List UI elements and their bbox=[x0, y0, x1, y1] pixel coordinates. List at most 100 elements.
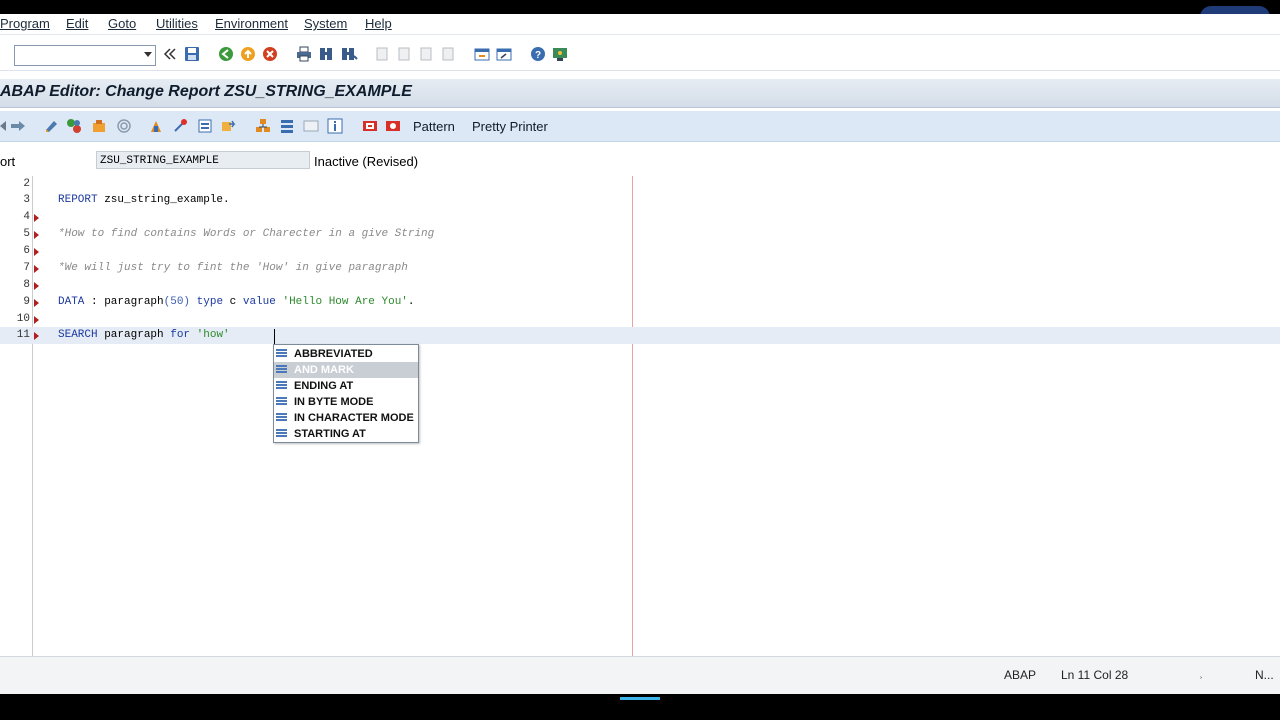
code-line[interactable]: 3 REPORT zsu_string_example. bbox=[0, 192, 1280, 209]
code-line[interactable]: 4 bbox=[0, 209, 1280, 226]
line-number: 7 bbox=[23, 262, 30, 274]
code-token: DATA bbox=[58, 296, 85, 308]
menu-environment[interactable]: Environment bbox=[215, 16, 288, 31]
pattern-button[interactable]: Pattern bbox=[413, 119, 455, 134]
code-token: : paragraph bbox=[84, 296, 164, 308]
test-icon[interactable] bbox=[172, 118, 188, 134]
menu-help[interactable]: Help bbox=[365, 16, 392, 31]
status-separator: ˒ bbox=[1199, 668, 1203, 682]
taskbar-indicator bbox=[620, 697, 660, 700]
block-marker-icon[interactable] bbox=[34, 316, 39, 324]
code-editor[interactable]: 2 3 REPORT zsu_string_example. 4 5 *How to fi… bbox=[0, 176, 1280, 656]
shortcut-icon[interactable] bbox=[496, 46, 512, 62]
bottom-bar bbox=[0, 694, 1280, 720]
next-page-icon[interactable] bbox=[418, 46, 434, 62]
autocomplete-popup[interactable]: ABBREVIATED AND MARK ENDING AT IN BYTE MODE… bbox=[273, 344, 419, 443]
line-number: 3 bbox=[23, 194, 30, 206]
keyword-icon bbox=[276, 365, 287, 375]
code-text: SEARCH paragraph for 'how' bbox=[58, 329, 230, 341]
block-marker-icon[interactable] bbox=[34, 282, 39, 290]
line-number: 4 bbox=[23, 211, 30, 223]
report-name-field: ZSU_STRING_EXAMPLE bbox=[96, 151, 310, 169]
navigation-icon[interactable] bbox=[220, 118, 236, 134]
code-token: 'Hello How Are You' bbox=[282, 296, 408, 308]
help-icon[interactable]: ? bbox=[530, 46, 546, 62]
back-icon[interactable] bbox=[218, 46, 234, 62]
status-mode: N... bbox=[1255, 668, 1274, 682]
code-line[interactable]: 5 *How to find contains Words or Charecte… bbox=[0, 226, 1280, 243]
activation-status: Inactive (Revised) bbox=[314, 154, 419, 169]
block-marker-icon[interactable] bbox=[34, 299, 39, 307]
autocomplete-item[interactable]: ABBREVIATED bbox=[274, 346, 418, 362]
code-line[interactable]: 10 bbox=[0, 311, 1280, 328]
navigation-window-icon[interactable] bbox=[279, 118, 295, 134]
code-text: DATA : paragraph(50) type c value 'Hello… bbox=[58, 296, 415, 308]
save-icon[interactable] bbox=[184, 46, 200, 62]
code-line[interactable]: 6 bbox=[0, 243, 1280, 260]
print-icon[interactable] bbox=[296, 46, 312, 62]
cursor-position: Ln 11 Col 28 bbox=[1061, 668, 1129, 682]
code-line[interactable]: 7 *We will just try to fint the 'How' in … bbox=[0, 260, 1280, 277]
keyword-icon bbox=[276, 413, 287, 423]
autocomplete-item[interactable]: IN BYTE MODE bbox=[274, 394, 418, 410]
menu-bar: Program Edit Goto Utilities Environment … bbox=[0, 14, 1280, 35]
customize-layout-icon[interactable] bbox=[552, 46, 568, 62]
collapse-left-icon[interactable] bbox=[163, 47, 177, 61]
code-token: *We will just try to fint the 'How' in g… bbox=[58, 262, 408, 274]
object-list-icon[interactable] bbox=[255, 118, 271, 134]
first-page-icon[interactable] bbox=[374, 46, 390, 62]
autocomplete-item-label: IN CHARACTER MODE bbox=[294, 412, 414, 424]
block-marker-icon[interactable] bbox=[34, 332, 39, 340]
code-line[interactable]: 11 SEARCH paragraph for 'how' bbox=[0, 327, 1280, 344]
code-token: REPORT bbox=[58, 194, 98, 206]
block-marker-icon[interactable] bbox=[34, 248, 39, 256]
external-breakpoint-icon[interactable] bbox=[385, 118, 401, 134]
where-used-icon[interactable] bbox=[197, 118, 213, 134]
autocomplete-item[interactable]: AND MARK bbox=[274, 362, 418, 378]
activate-icon[interactable] bbox=[148, 118, 164, 134]
keyword-icon bbox=[276, 381, 287, 391]
line-number: 2 bbox=[23, 178, 30, 190]
command-field[interactable] bbox=[14, 45, 156, 66]
code-line[interactable]: 2 bbox=[0, 176, 1280, 193]
check-icon[interactable] bbox=[116, 118, 132, 134]
create-session-icon[interactable] bbox=[474, 46, 490, 62]
cancel-icon[interactable] bbox=[262, 46, 278, 62]
line-number: 5 bbox=[23, 228, 30, 240]
block-marker-icon[interactable] bbox=[34, 214, 39, 222]
autocomplete-item[interactable]: STARTING AT bbox=[274, 426, 418, 442]
line-number: 10 bbox=[16, 313, 30, 325]
previous-page-icon[interactable] bbox=[396, 46, 412, 62]
command-input[interactable] bbox=[15, 46, 139, 63]
code-line[interactable]: 8 bbox=[0, 277, 1280, 294]
pretty-printer-button[interactable]: Pretty Printer bbox=[472, 119, 548, 134]
standard-toolbar: ? bbox=[0, 40, 1280, 71]
menu-system[interactable]: System bbox=[304, 16, 347, 31]
chevron-down-icon[interactable] bbox=[144, 52, 152, 57]
forward-arrow-icon[interactable] bbox=[10, 119, 26, 133]
code-line[interactable]: 9 DATA : paragraph(50) type c value 'Hell… bbox=[0, 294, 1280, 311]
autocomplete-item[interactable]: ENDING AT bbox=[274, 378, 418, 394]
back-arrow-icon[interactable] bbox=[0, 119, 8, 133]
application-toolbar: Pattern Pretty Printer bbox=[0, 111, 1280, 142]
autocomplete-item-label: ENDING AT bbox=[294, 380, 354, 392]
menu-utilities[interactable]: Utilities bbox=[156, 16, 198, 31]
find-icon[interactable] bbox=[318, 46, 334, 62]
code-token: value bbox=[242, 296, 276, 308]
block-marker-icon[interactable] bbox=[34, 265, 39, 273]
info-icon[interactable] bbox=[327, 118, 343, 134]
block-marker-icon[interactable] bbox=[34, 231, 39, 239]
menu-program[interactable]: Program bbox=[0, 16, 50, 31]
last-page-icon[interactable] bbox=[440, 46, 456, 62]
display-change-icon[interactable] bbox=[44, 118, 60, 134]
menu-goto[interactable]: Goto bbox=[108, 16, 136, 31]
exit-icon[interactable] bbox=[240, 46, 256, 62]
menu-edit[interactable]: Edit bbox=[66, 16, 88, 31]
autocomplete-item[interactable]: IN CHARACTER MODE bbox=[274, 410, 418, 426]
fullscreen-icon[interactable] bbox=[303, 118, 319, 134]
code-token: *How to find contains Words or Charecter… bbox=[58, 228, 435, 240]
other-object-icon[interactable] bbox=[91, 118, 107, 134]
find-next-icon[interactable] bbox=[340, 46, 358, 62]
active-inactive-icon[interactable] bbox=[66, 118, 82, 134]
breakpoint-icon[interactable] bbox=[362, 118, 378, 134]
